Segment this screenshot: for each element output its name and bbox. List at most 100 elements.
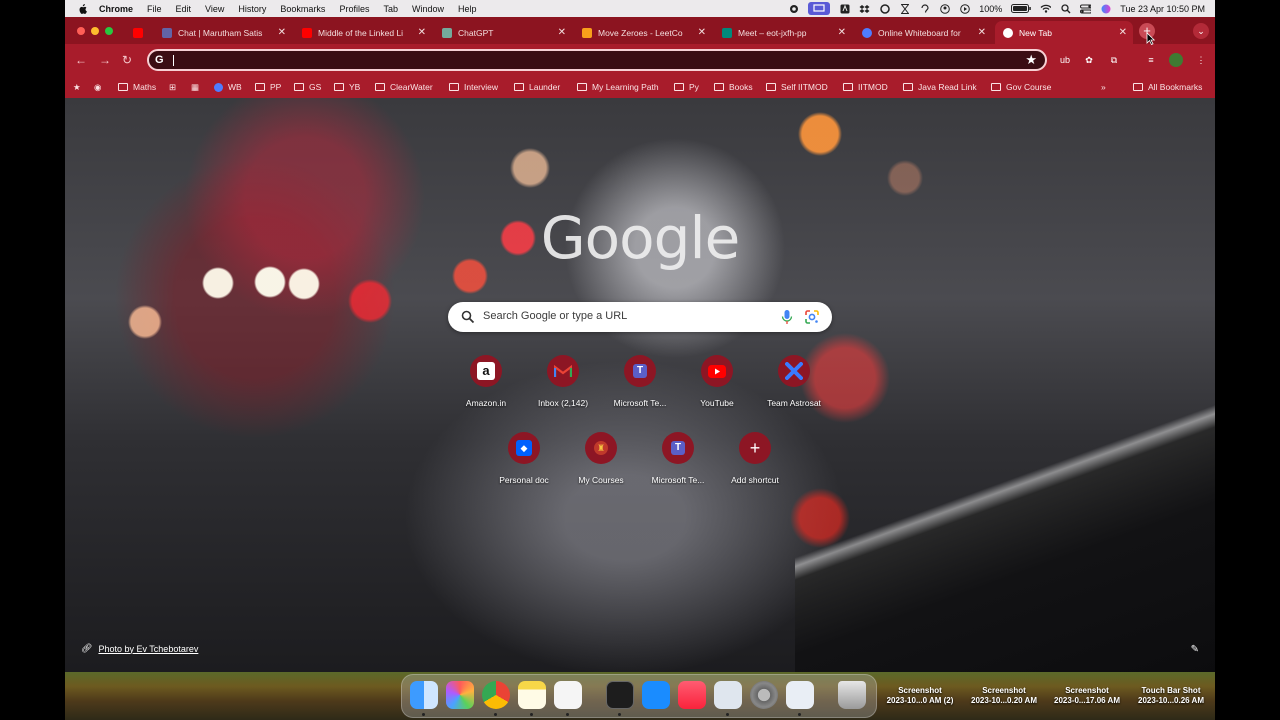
notes-icon[interactable] <box>518 681 546 709</box>
calendar-icon[interactable]: ▦ <box>191 80 199 94</box>
tab-google-meet[interactable]: Meet – eot-jxfh-pp ✕ <box>722 21 852 44</box>
add-shortcut-button[interactable]: + Add shortcut <box>717 432 793 485</box>
app-store-icon[interactable] <box>642 681 670 709</box>
menu-window[interactable]: Window <box>412 4 444 14</box>
close-tab-icon[interactable]: ✕ <box>418 27 426 38</box>
menu-profiles[interactable]: Profiles <box>339 4 369 14</box>
spotlight-icon[interactable] <box>1060 3 1071 14</box>
tab-new-tab[interactable]: New Tab ✕ <box>995 21 1133 44</box>
bookmark-folder-my-learning-path[interactable]: My Learning Path <box>577 80 659 94</box>
menu-help[interactable]: Help <box>458 4 477 14</box>
screenshot-app-icon[interactable] <box>786 681 814 709</box>
shortcut-team-astrosat[interactable]: Team Astrosat <box>756 355 832 408</box>
close-tab-icon[interactable]: ✕ <box>1119 27 1127 38</box>
photo-credit-link[interactable]: 🔗︎ Photo by Ev Tchebotarev <box>81 643 198 654</box>
record-icon[interactable] <box>788 3 799 14</box>
shortcut-my-courses[interactable]: ♜ My Courses <box>563 432 639 485</box>
tab-youtube-pinned[interactable] <box>133 21 153 44</box>
bookmark-folder-pp[interactable]: PP <box>255 80 281 94</box>
profile-avatar[interactable] <box>1169 53 1183 67</box>
close-tab-icon[interactable]: ✕ <box>978 27 986 38</box>
tab-search-button[interactable]: ⌄ <box>1193 23 1209 39</box>
minimize-window-button[interactable] <box>91 27 99 35</box>
menu-file[interactable]: File <box>147 4 162 14</box>
reload-button[interactable]: ↻ <box>122 53 132 67</box>
system-settings-icon[interactable] <box>750 681 778 709</box>
menu-app-chrome[interactable]: Chrome <box>99 4 133 14</box>
siri-icon[interactable] <box>1100 3 1111 14</box>
bookmark-folder-interview[interactable]: Interview <box>449 80 498 94</box>
shortcut-microsoft-teams-2[interactable]: T Microsoft Te... <box>640 432 716 485</box>
address-bar[interactable]: G ★ <box>147 49 1047 71</box>
bookmark-folder-clearwater[interactable]: ClearWater <box>375 80 433 94</box>
textedit-icon[interactable] <box>554 681 582 709</box>
launchpad-icon[interactable] <box>446 681 474 709</box>
bookmark-folder-iitmod[interactable]: IITMOD <box>843 80 888 94</box>
bookmark-folder-py[interactable]: Py <box>674 80 699 94</box>
chrome-icon[interactable] <box>482 681 510 709</box>
shortcut-personal-doc[interactable]: ◆ Personal doc <box>486 432 562 485</box>
wifi-icon[interactable] <box>1040 3 1052 14</box>
control-center-icon[interactable] <box>1080 3 1092 14</box>
bookmark-folder-java-read-link[interactable]: Java Read Link <box>903 80 977 94</box>
menu-view[interactable]: View <box>205 4 224 14</box>
bookmark-folder-maths[interactable]: Maths <box>118 80 156 94</box>
sync-icon[interactable] <box>879 3 890 14</box>
zoom-window-button[interactable] <box>105 27 113 35</box>
microphone-icon[interactable] <box>780 309 794 325</box>
trash-icon[interactable] <box>838 681 866 709</box>
tab-chatgpt[interactable]: ChatGPT ✕ <box>442 21 572 44</box>
desktop-file-screenshot-1[interactable]: Screenshot 2023-10...0 AM (2) <box>876 686 964 706</box>
music-icon[interactable] <box>678 681 706 709</box>
bookmark-folder-books[interactable]: Books <box>714 80 753 94</box>
user-icon[interactable] <box>939 3 950 14</box>
tab-linked-list-video[interactable]: Middle of the Linked Li ✕ <box>302 21 432 44</box>
forward-button[interactable]: → <box>99 53 111 67</box>
desktop-file-screenshot-3[interactable]: Screenshot 2023-0...17.06 AM <box>1043 686 1131 706</box>
search-box[interactable]: Search Google or type a URL <box>448 302 832 332</box>
chrome-menu-icon[interactable]: ⋮ <box>1195 54 1207 66</box>
menu-history[interactable]: History <box>238 4 266 14</box>
screen-share-icon[interactable] <box>808 2 831 15</box>
apple-icon[interactable] <box>77 3 87 14</box>
back-button[interactable]: ← <box>75 53 87 67</box>
more-bookmarks-chevron-icon[interactable]: » <box>1101 80 1106 94</box>
star-icon[interactable]: ★ <box>73 80 81 94</box>
shortcut-gmail-inbox[interactable]: Inbox (2,142) <box>525 355 601 408</box>
menu-tab[interactable]: Tab <box>383 4 398 14</box>
desktop-file-screenshot-2[interactable]: Screenshot 2023-10...0.20 AM <box>960 686 1048 706</box>
close-window-button[interactable] <box>77 27 85 35</box>
terminal-icon[interactable] <box>606 681 634 709</box>
dropbox-icon[interactable] <box>859 3 870 14</box>
reading-list-icon[interactable]: ≡ <box>1145 54 1157 66</box>
globe-icon[interactable]: ◉ <box>94 80 101 94</box>
all-bookmarks-folder[interactable]: All Bookmarks <box>1133 80 1202 94</box>
close-tab-icon[interactable]: ✕ <box>698 27 706 38</box>
close-tab-icon[interactable]: ✕ <box>558 27 566 38</box>
play-icon[interactable] <box>959 3 970 14</box>
extension-icon-grammar[interactable]: ✿ <box>1083 54 1095 66</box>
google-lens-icon[interactable] <box>804 309 820 325</box>
teams-icon[interactable]: ⊞ <box>169 80 176 94</box>
bookmark-folder-self-iitmod[interactable]: Self IITMOD <box>766 80 828 94</box>
shortcut-microsoft-teams[interactable]: T Microsoft Te... <box>602 355 678 408</box>
customize-pencil-icon[interactable]: ✎ <box>1191 644 1199 655</box>
menu-edit[interactable]: Edit <box>176 4 192 14</box>
close-tab-icon[interactable]: ✕ <box>838 27 846 38</box>
shortcut-amazon[interactable]: a Amazon.in <box>448 355 524 408</box>
bookmark-folder-gs[interactable]: GS <box>294 80 321 94</box>
vpn-icon[interactable] <box>839 3 850 14</box>
bookmark-folder-launder[interactable]: Launder <box>514 80 560 94</box>
shortcut-youtube[interactable]: YouTube <box>679 355 755 408</box>
bookmark-folder-gov-course[interactable]: Gov Course <box>991 80 1051 94</box>
menu-bookmarks[interactable]: Bookmarks <box>280 4 325 14</box>
bookmark-star-icon[interactable]: ★ <box>1025 52 1037 68</box>
bookmark-folder-yb[interactable]: YB <box>334 80 360 94</box>
tab-whiteboard[interactable]: Online Whiteboard for ✕ <box>862 21 992 44</box>
preview-icon[interactable] <box>714 681 742 709</box>
desktop-file-touch-bar-shot[interactable]: Touch Bar Shot 2023-10...0.26 AM <box>1127 686 1215 706</box>
hourglass-icon[interactable] <box>899 3 910 14</box>
close-tab-icon[interactable]: ✕ <box>278 27 286 38</box>
ear-icon[interactable] <box>919 3 930 14</box>
tab-leetcode[interactable]: Move Zeroes - LeetCo ✕ <box>582 21 712 44</box>
